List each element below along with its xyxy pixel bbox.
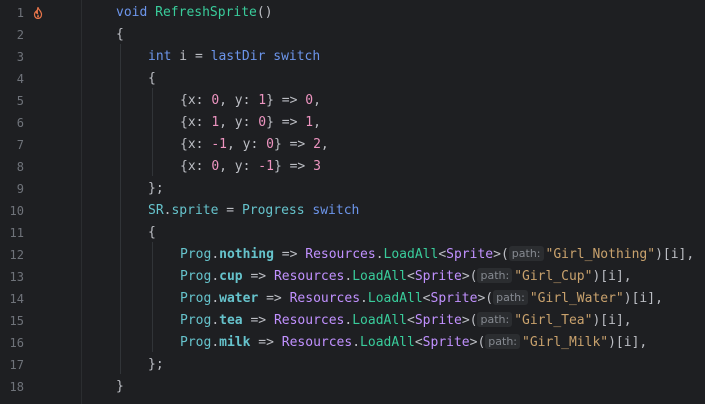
code-line[interactable]: 16 Prog.milk => Resources.LoadAll<Sprite… (0, 332, 705, 354)
code-text: { (148, 225, 156, 240)
code-text: {x: 0, y: 1} => 0, (180, 93, 321, 108)
line-number: 17 (9, 358, 24, 372)
code-line[interactable]: 1 void RefreshSprite() (0, 2, 705, 24)
parameter-hint: path: (477, 268, 513, 283)
fire-icon[interactable] (32, 7, 44, 19)
parameter-hint: path: (508, 246, 544, 261)
line-number: 4 (16, 72, 24, 86)
code-text: { (148, 71, 156, 86)
code-line[interactable]: 6 {x: 1, y: 0} => 1, (0, 112, 705, 134)
line-number: 10 (9, 204, 24, 218)
code-line[interactable]: 17 }; (0, 354, 705, 376)
code-text: Prog.nothing => Resources.LoadAll<Sprite… (180, 246, 695, 262)
code-text: Prog.water => Resources.LoadAll<Sprite>(… (180, 290, 663, 306)
code-line[interactable]: 14 Prog.water => Resources.LoadAll<Sprit… (0, 288, 705, 310)
code-line[interactable]: 8 {x: 0, y: -1} => 3 (0, 156, 705, 178)
line-number: 6 (16, 116, 24, 130)
line-number: 15 (9, 314, 24, 328)
code-editor[interactable]: 1 void RefreshSprite() 2 { 3 int i = las… (0, 0, 705, 404)
code-text: Prog.cup => Resources.LoadAll<Sprite>(pa… (180, 268, 632, 284)
line-number: 12 (9, 248, 24, 262)
code-line[interactable]: 13 Prog.cup => Resources.LoadAll<Sprite>… (0, 266, 705, 288)
code-text: }; (148, 357, 164, 372)
code-line[interactable]: 10 SR.sprite = Progress switch (0, 200, 705, 222)
code-text: {x: -1, y: 0} => 2, (180, 137, 329, 152)
line-number: 7 (16, 138, 24, 152)
code-line[interactable]: 9 }; (0, 178, 705, 200)
parameter-hint: path: (485, 334, 521, 349)
line-number: 16 (9, 336, 24, 350)
parameter-hint: path: (477, 312, 513, 327)
code-line[interactable]: 15 Prog.tea => Resources.LoadAll<Sprite>… (0, 310, 705, 332)
code-line[interactable]: 3 int i = lastDir switch (0, 46, 705, 68)
code-text: void RefreshSprite() (116, 5, 273, 20)
code-line[interactable]: 2 { (0, 24, 705, 46)
line-number: 1 (16, 6, 24, 20)
line-number: 11 (9, 226, 24, 240)
code-line[interactable]: 11 { (0, 222, 705, 244)
line-number: 18 (9, 380, 24, 394)
code-text: SR.sprite = Progress switch (148, 203, 360, 218)
line-number: 5 (16, 94, 24, 108)
line-number: 3 (16, 50, 24, 64)
code-text: Prog.tea => Resources.LoadAll<Sprite>(pa… (180, 312, 632, 328)
code-text: {x: 0, y: -1} => 3 (180, 159, 321, 174)
line-number: 2 (16, 28, 24, 42)
code-line[interactable]: 4 { (0, 68, 705, 90)
code-line[interactable]: 7 {x: -1, y: 0} => 2, (0, 134, 705, 156)
code-line[interactable]: 5 {x: 0, y: 1} => 0, (0, 90, 705, 112)
line-number: 14 (9, 292, 24, 306)
code-text: } (116, 379, 124, 394)
code-text: {x: 1, y: 0} => 1, (180, 115, 321, 130)
code-text: int i = lastDir switch (148, 49, 321, 64)
line-number: 9 (16, 182, 24, 196)
line-number: 8 (16, 160, 24, 174)
code-text: { (116, 27, 124, 42)
code-line[interactable]: 18 } (0, 376, 705, 398)
code-text: Prog.milk => Resources.LoadAll<Sprite>(p… (180, 334, 648, 350)
line-number: 13 (9, 270, 24, 284)
code-text: }; (148, 181, 164, 196)
code-line[interactable]: 12 Prog.nothing => Resources.LoadAll<Spr… (0, 244, 705, 266)
parameter-hint: path: (493, 290, 528, 305)
